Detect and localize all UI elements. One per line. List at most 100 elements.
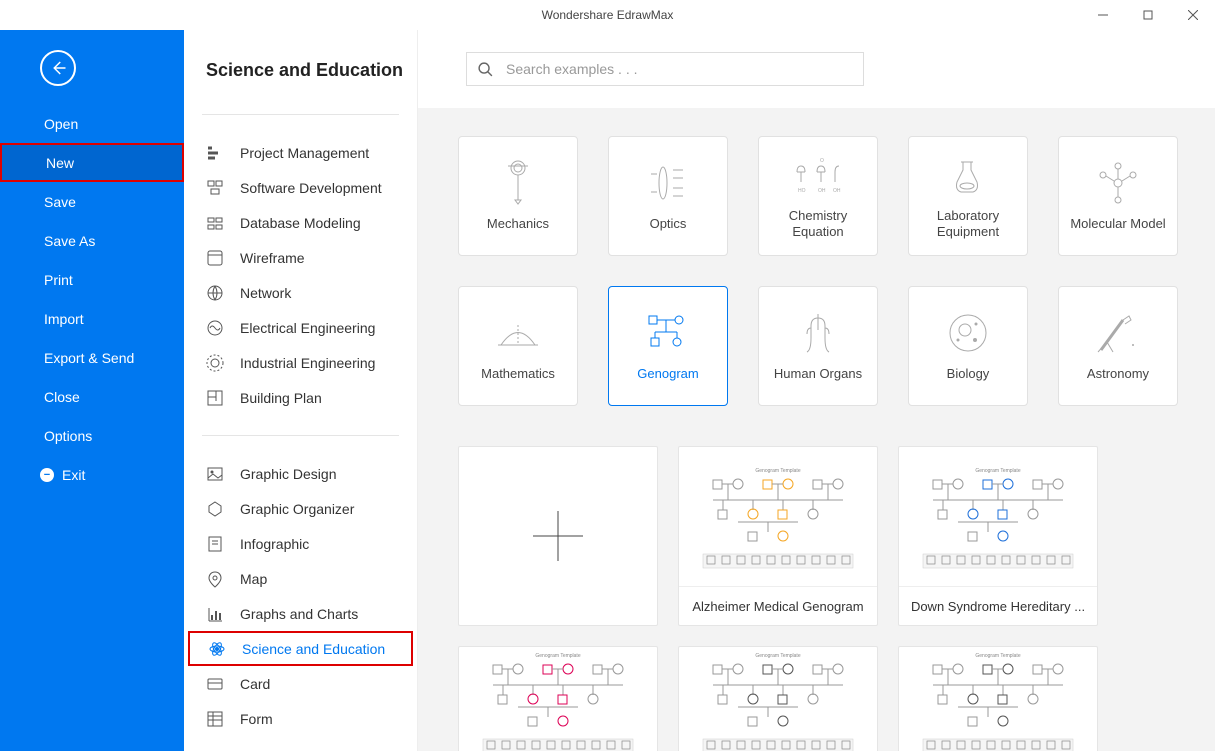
optics-icon bbox=[643, 160, 693, 206]
example-card[interactable]: Genogram Template Down Syndrome Heredita… bbox=[898, 446, 1098, 626]
example-card[interactable]: Genogram Template bbox=[458, 646, 658, 751]
lab-icon bbox=[943, 152, 993, 198]
category-graphic-organizer[interactable]: Graphic Organizer bbox=[184, 491, 417, 526]
example-blank[interactable] bbox=[458, 446, 658, 626]
category-label: Network bbox=[240, 285, 291, 301]
exit-icon: − bbox=[40, 468, 54, 482]
minimize-button[interactable] bbox=[1080, 0, 1125, 30]
category-form[interactable]: Form bbox=[184, 701, 417, 736]
example-thumb: Genogram Template bbox=[899, 647, 1097, 751]
category-list[interactable]: Analysis CanvasProject ManagementSoftwar… bbox=[184, 97, 417, 751]
template-label: Human Organs bbox=[768, 366, 868, 382]
category-label: Software Development bbox=[240, 180, 382, 196]
file-menu-exit[interactable]: −Exit bbox=[0, 455, 184, 494]
search-input[interactable] bbox=[506, 61, 853, 77]
category-graphic-design[interactable]: Graphic Design bbox=[184, 456, 417, 491]
wire-icon bbox=[206, 249, 224, 267]
img-icon bbox=[206, 465, 224, 483]
category-infographic[interactable]: Infographic bbox=[184, 526, 417, 561]
organs-icon bbox=[793, 310, 843, 356]
example-thumb: Genogram Template bbox=[459, 647, 657, 751]
file-menu-label: Export & Send bbox=[44, 350, 134, 366]
category-wireframe[interactable]: Wireframe bbox=[184, 240, 417, 275]
examples-grid: Genogram Template Alzheimer Medical Geno… bbox=[458, 446, 1215, 751]
template-genogram[interactable]: Genogram bbox=[608, 286, 728, 406]
svg-text:Genogram Template: Genogram Template bbox=[755, 468, 800, 474]
category-panel: Science and Education Analysis CanvasPro… bbox=[184, 30, 418, 751]
example-card[interactable]: Genogram Template bbox=[898, 646, 1098, 751]
category-project-management[interactable]: Project Management bbox=[184, 135, 417, 170]
category-software-development[interactable]: Software Development bbox=[184, 170, 417, 205]
plan-icon bbox=[206, 389, 224, 407]
template-optics[interactable]: Optics bbox=[608, 136, 728, 256]
template-label: Astronomy bbox=[1081, 366, 1155, 382]
template-molecular-model[interactable]: Molecular Model bbox=[1058, 136, 1178, 256]
maximize-icon bbox=[1143, 10, 1153, 20]
svg-text:Genogram Template: Genogram Template bbox=[975, 468, 1020, 474]
example-card[interactable]: Genogram Template bbox=[678, 646, 878, 751]
atom-icon bbox=[208, 640, 226, 658]
category-label: Graphic Organizer bbox=[240, 501, 354, 517]
window-title: Wondershare EdrawMax bbox=[542, 8, 674, 22]
main-area: Mechanics Optics Chemistry Equation Laborat… bbox=[418, 30, 1215, 751]
astronomy-icon bbox=[1093, 310, 1143, 356]
file-menu-label: Options bbox=[44, 428, 92, 444]
category-network[interactable]: Network bbox=[184, 275, 417, 310]
back-button[interactable] bbox=[40, 50, 76, 86]
example-card[interactable]: Genogram Template Alzheimer Medical Geno… bbox=[678, 446, 878, 626]
file-menu-label: Save As bbox=[44, 233, 95, 249]
template-astronomy[interactable]: Astronomy bbox=[1058, 286, 1178, 406]
info-icon bbox=[206, 535, 224, 553]
maximize-button[interactable] bbox=[1125, 0, 1170, 30]
hex-icon bbox=[206, 500, 224, 518]
file-menu-export-send[interactable]: Export & Send bbox=[0, 338, 184, 377]
arrow-left-icon bbox=[49, 59, 67, 77]
pin-icon bbox=[206, 570, 224, 588]
db-icon bbox=[206, 214, 224, 232]
category-graphs-and-charts[interactable]: Graphs and Charts bbox=[184, 596, 417, 631]
template-laboratory-equipment[interactable]: Laboratory Equipment bbox=[908, 136, 1028, 256]
category-science-and-education[interactable]: Science and Education bbox=[188, 631, 413, 666]
category-industrial-engineering[interactable]: Industrial Engineering bbox=[184, 345, 417, 380]
file-menu-label: Open bbox=[44, 116, 78, 132]
search-box[interactable] bbox=[466, 52, 864, 86]
net-icon bbox=[206, 284, 224, 302]
file-menu-open[interactable]: Open bbox=[0, 104, 184, 143]
chemistry-icon bbox=[793, 152, 843, 198]
file-menu-print[interactable]: Print bbox=[0, 260, 184, 299]
category-card[interactable]: Card bbox=[184, 666, 417, 701]
category-building-plan[interactable]: Building Plan bbox=[184, 380, 417, 415]
category-label: Industrial Engineering bbox=[240, 355, 375, 371]
file-menu-label: Exit bbox=[62, 467, 85, 483]
example-thumb: Genogram Template bbox=[679, 447, 877, 587]
template-label: Laboratory Equipment bbox=[909, 208, 1027, 239]
template-mathematics[interactable]: Mathematics bbox=[458, 286, 578, 406]
file-menu-close[interactable]: Close bbox=[0, 377, 184, 416]
template-label: Biology bbox=[941, 366, 996, 382]
svg-text:Genogram Template: Genogram Template bbox=[755, 653, 800, 659]
file-menu-save[interactable]: Save bbox=[0, 182, 184, 221]
svg-text:Genogram Template: Genogram Template bbox=[975, 653, 1020, 659]
category-map[interactable]: Map bbox=[184, 561, 417, 596]
file-menu-new[interactable]: New bbox=[0, 143, 184, 182]
search-icon bbox=[477, 61, 494, 78]
template-biology[interactable]: Biology bbox=[908, 286, 1028, 406]
template-human-organs[interactable]: Human Organs bbox=[758, 286, 878, 406]
file-menu-save-as[interactable]: Save As bbox=[0, 221, 184, 260]
category-label: Wireframe bbox=[240, 250, 305, 266]
category-header: Science and Education bbox=[184, 30, 417, 97]
form-icon bbox=[206, 710, 224, 728]
category-database-modeling[interactable]: Database Modeling bbox=[184, 205, 417, 240]
template-mechanics[interactable]: Mechanics bbox=[458, 136, 578, 256]
template-label: Optics bbox=[644, 216, 693, 232]
category-electrical-engineering[interactable]: Electrical Engineering bbox=[184, 310, 417, 345]
close-button[interactable] bbox=[1170, 0, 1215, 30]
file-menu-options[interactable]: Options bbox=[0, 416, 184, 455]
example-thumb: Genogram Template bbox=[679, 647, 877, 751]
molecule-icon bbox=[1093, 160, 1143, 206]
file-menu-import[interactable]: Import bbox=[0, 299, 184, 338]
main-scroll[interactable]: Mechanics Optics Chemistry Equation Laborat… bbox=[418, 108, 1215, 751]
template-chemistry-equation[interactable]: Chemistry Equation bbox=[758, 136, 878, 256]
bars-icon bbox=[206, 144, 224, 162]
plus-icon bbox=[459, 447, 657, 625]
